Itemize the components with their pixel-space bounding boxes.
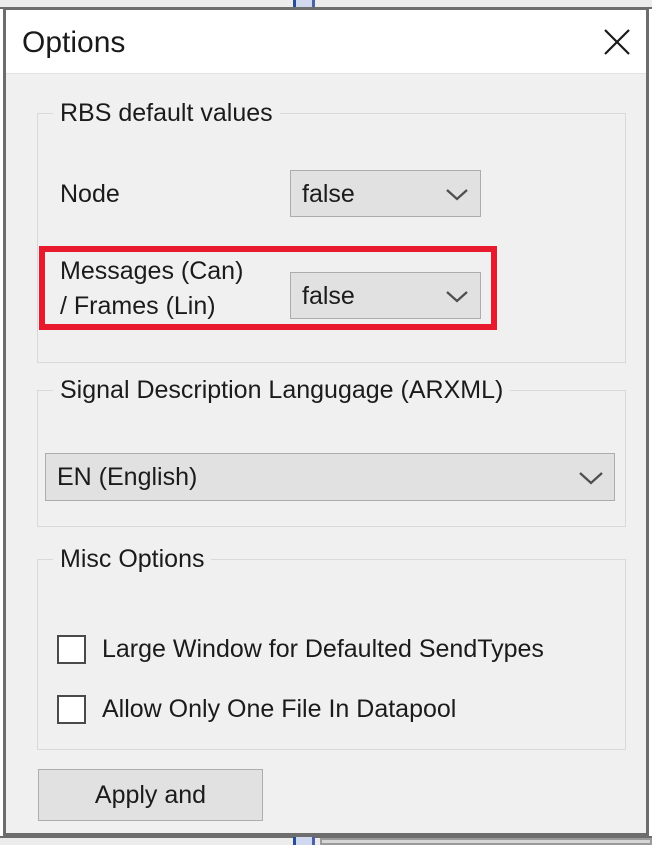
dialog-title: Options [22, 26, 126, 59]
dropdown-messages-frames[interactable]: false [290, 272, 481, 319]
chevron-down-icon [568, 469, 614, 486]
close-icon[interactable] [588, 10, 646, 73]
chevron-down-icon [434, 288, 480, 304]
dialog-client-area: RBS default values Node false Messages (… [6, 74, 646, 833]
apply-button[interactable]: Apply and [38, 769, 263, 821]
chevron-down-icon [434, 186, 480, 202]
group-rbs-legend: RBS default values [53, 99, 280, 128]
checkbox-one-file-label: Allow Only One File In Datapool [102, 695, 457, 723]
group-rbs-default-values: RBS default values [37, 99, 626, 363]
label-messages-frames: Messages (Can) / Frames (Lin) [60, 254, 243, 324]
checkbox-allow-only-one-file-in-datapool[interactable]: Allow Only One File In Datapool [57, 694, 456, 724]
dropdown-node-value: false [302, 179, 355, 208]
dropdown-node[interactable]: false [290, 170, 481, 217]
group-misc-legend: Misc Options [53, 545, 212, 574]
checkbox-box-icon[interactable] [57, 634, 86, 664]
options-dialog: Options RBS default values Node false Me… [3, 7, 649, 836]
label-messages-line1: Messages (Can) [60, 257, 244, 285]
group-arxml-legend: Signal Description Langugage (ARXML) [53, 376, 511, 405]
dialog-titlebar: Options [6, 10, 646, 74]
label-messages-line2: / Frames (Lin) [60, 292, 216, 320]
dropdown-messages-frames-value: false [302, 281, 355, 310]
checkbox-large-window-label: Large Window for Defaulted SendTypes [102, 635, 544, 663]
background-scrollbar-thumb-bottom [293, 837, 315, 845]
dropdown-language-value: EN (English) [57, 463, 198, 491]
background-panel-frame [320, 838, 652, 845]
dropdown-language[interactable]: EN (English) [45, 453, 615, 501]
label-node: Node [60, 180, 120, 208]
checkbox-box-icon[interactable] [57, 694, 86, 724]
checkbox-large-window-for-defaulted-sendtypes[interactable]: Large Window for Defaulted SendTypes [57, 634, 544, 664]
